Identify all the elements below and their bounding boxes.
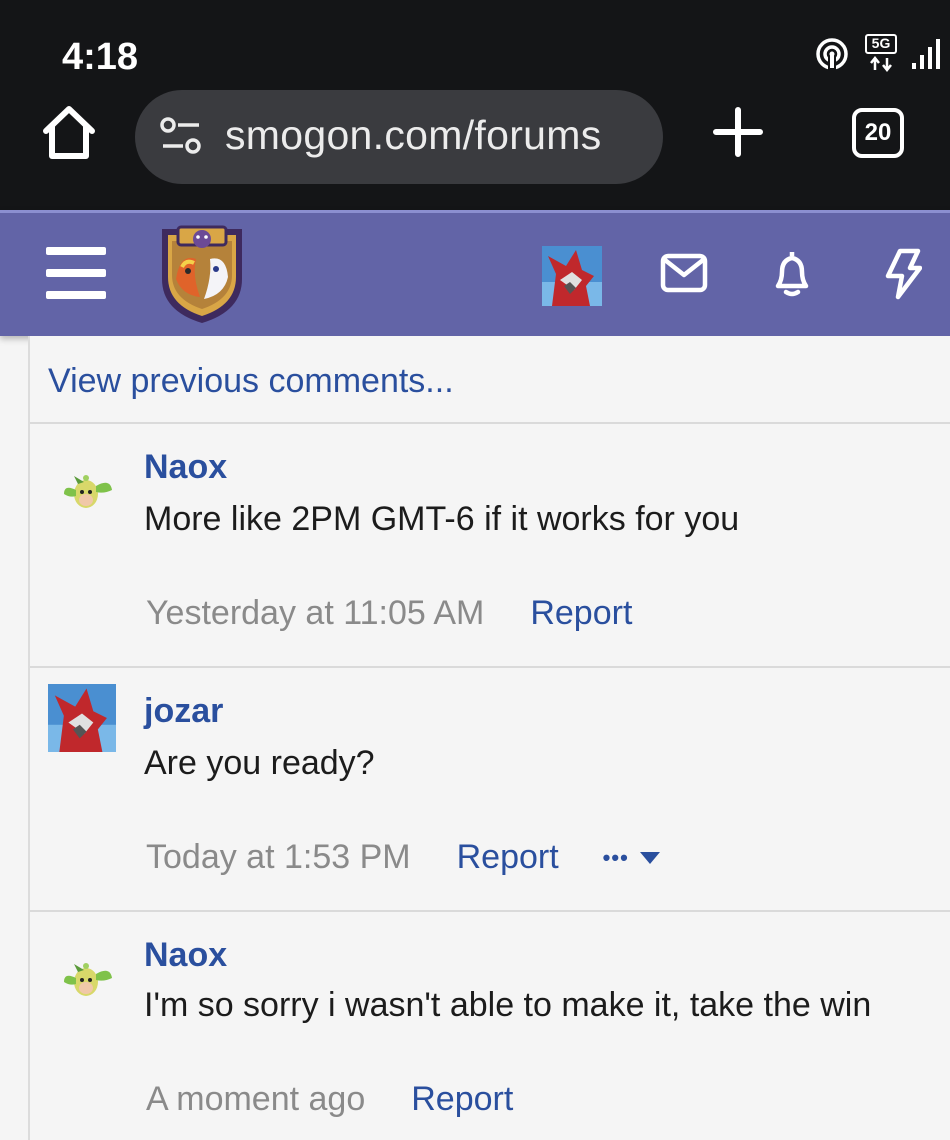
user-avatar-jozar[interactable] bbox=[48, 684, 116, 752]
comment-item: jozar Are you ready? Today at 1:53 PM Re… bbox=[30, 668, 950, 910]
envelope-icon[interactable] bbox=[660, 253, 708, 293]
report-link[interactable]: Report bbox=[411, 1080, 513, 1119]
user-avatar[interactable] bbox=[542, 246, 602, 306]
status-time: 4:18 bbox=[62, 36, 139, 78]
chevron-down-icon bbox=[639, 851, 660, 864]
comment-meta: Yesterday at 11:05 AM Report bbox=[146, 594, 632, 633]
bell-icon[interactable] bbox=[770, 248, 814, 298]
menu-icon[interactable] bbox=[46, 247, 106, 303]
comment-meta: Today at 1:53 PM Report ••• bbox=[146, 838, 661, 877]
hotspot-icon bbox=[816, 38, 848, 72]
new-tab-icon[interactable] bbox=[712, 106, 764, 158]
lightning-icon[interactable] bbox=[884, 248, 922, 300]
more-options-menu[interactable]: ••• bbox=[603, 845, 661, 871]
user-avatar-naox[interactable] bbox=[56, 938, 124, 1006]
report-link[interactable]: Report bbox=[457, 838, 559, 877]
comment-meta: A moment ago Report bbox=[146, 1080, 513, 1119]
5g-icon: 5G bbox=[864, 34, 898, 74]
comment-item: Naox I'm so sorry i wasn't able to make … bbox=[30, 912, 950, 1140]
comment-item: Naox More like 2PM GMT-6 if it works for… bbox=[30, 424, 950, 666]
comment-text: More like 2PM GMT-6 if it works for you bbox=[144, 500, 740, 538]
address-bar[interactable]: smogon.com/forums bbox=[135, 90, 663, 184]
url-text[interactable]: smogon.com/forums bbox=[225, 112, 602, 159]
comment-timestamp[interactable]: Today at 1:53 PM bbox=[146, 838, 411, 877]
home-icon[interactable] bbox=[40, 104, 98, 162]
tab-switcher-icon[interactable]: 20 bbox=[852, 108, 904, 158]
comment-username[interactable]: Naox bbox=[144, 448, 227, 487]
browser-toolbar: smogon.com/forums 20 bbox=[0, 88, 950, 210]
comment-timestamp[interactable]: A moment ago bbox=[146, 1080, 365, 1119]
comment-username[interactable]: Naox bbox=[144, 936, 227, 975]
status-icons: 5G bbox=[814, 34, 942, 74]
comment-username[interactable]: jozar bbox=[144, 692, 223, 731]
comment-timestamp[interactable]: Yesterday at 11:05 AM bbox=[146, 594, 484, 633]
profile-post-comments: View previous comments... Naox More like… bbox=[28, 336, 950, 1140]
5g-label: 5G bbox=[865, 34, 897, 54]
signal-icon bbox=[912, 39, 940, 69]
status-bar: 4:18 5G bbox=[0, 0, 950, 88]
more-dots: ••• bbox=[602, 844, 629, 870]
view-previous-comments-link[interactable]: View previous comments... bbox=[48, 362, 454, 401]
site-settings-icon[interactable] bbox=[159, 116, 203, 156]
site-logo[interactable] bbox=[152, 219, 252, 327]
report-link[interactable]: Report bbox=[530, 594, 632, 633]
comment-text: Are you ready? bbox=[144, 744, 375, 782]
comment-text: I'm so sorry i wasn't able to make it, t… bbox=[144, 986, 872, 1024]
user-avatar-naox[interactable] bbox=[56, 450, 124, 518]
forum-header bbox=[0, 210, 950, 336]
